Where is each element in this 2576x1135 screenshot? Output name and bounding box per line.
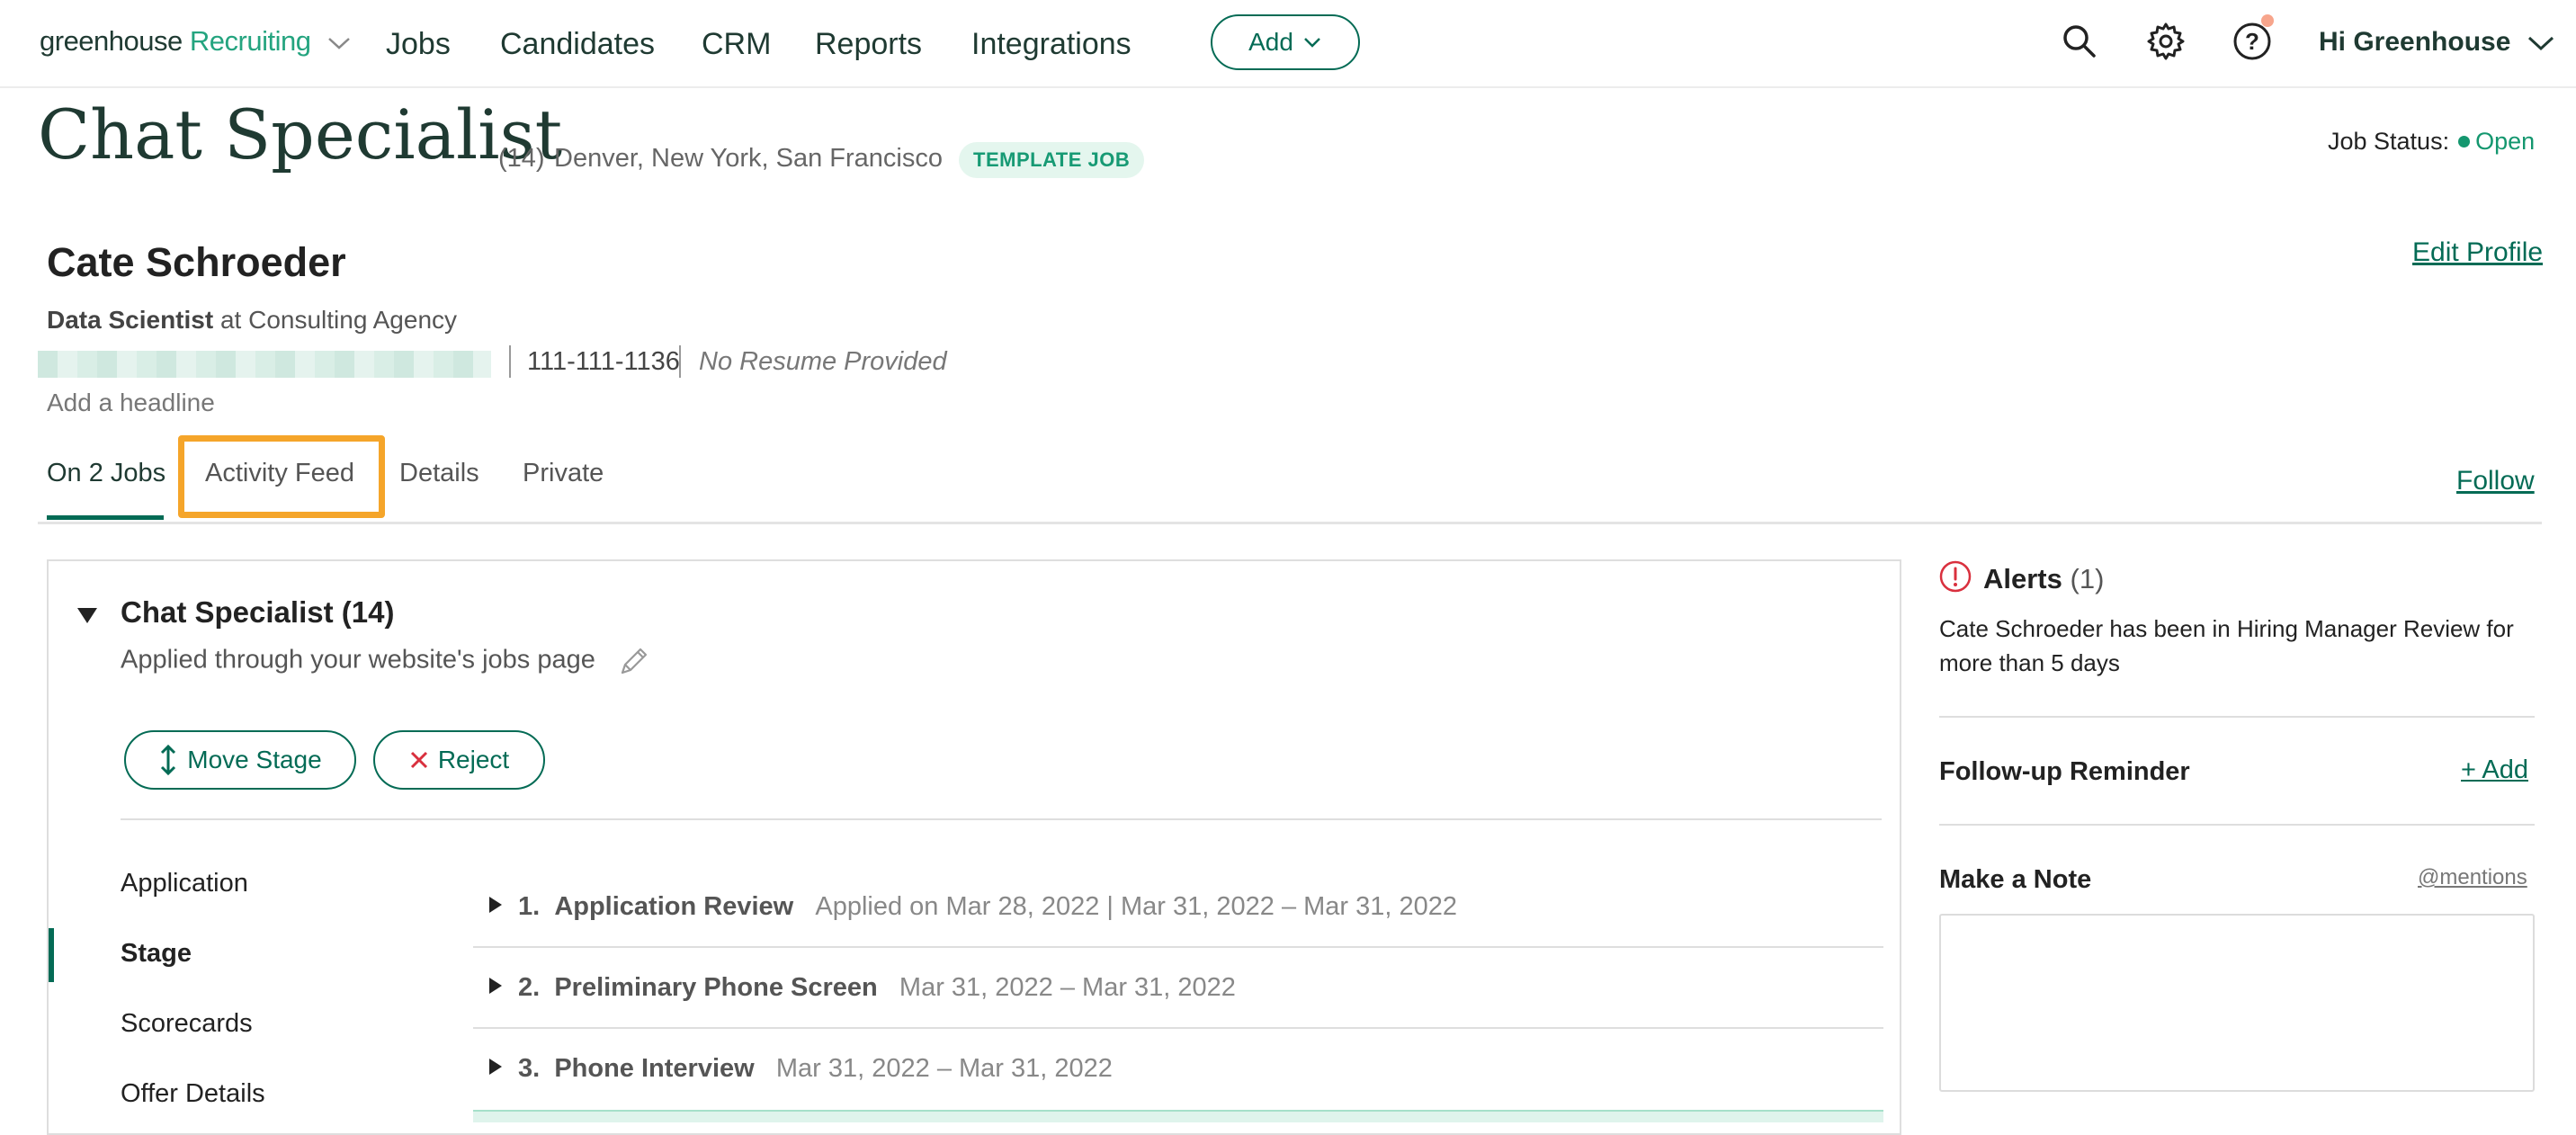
divider: [473, 946, 1883, 948]
edit-profile-link[interactable]: Edit Profile: [2412, 237, 2543, 268]
job-status-label: Job Status:: [2328, 128, 2450, 155]
nav-link-candidates[interactable]: Candidates: [500, 27, 655, 62]
nav-link-reports[interactable]: Reports: [815, 27, 922, 62]
divider: [509, 345, 511, 378]
expand-triangle-icon[interactable]: [489, 978, 502, 995]
follow-up-reminder-label: Follow-up Reminder: [1939, 757, 2190, 786]
tab-details[interactable]: Details: [399, 459, 479, 488]
logo-product: Recruiting: [189, 25, 311, 57]
candidate-company: Consulting Agency: [248, 306, 458, 334]
stage-row[interactable]: 2. Preliminary Phone Screen Mar 31, 2022…: [489, 973, 1236, 1003]
stage-number: 3.: [518, 1054, 541, 1083]
sidenav-scorecards[interactable]: Scorecards: [121, 1009, 253, 1039]
vertical-arrows-icon: [161, 744, 176, 776]
expand-triangle-icon[interactable]: [489, 1059, 502, 1076]
activity-feed-highlight: [178, 435, 385, 518]
search-icon[interactable]: [2058, 20, 2101, 63]
job-status: Job Status: Open: [2328, 128, 2535, 156]
stage-date: Mar 31, 2022 – Mar 31, 2022: [775, 1054, 1113, 1083]
stage-date: Mar 31, 2022 – Mar 31, 2022: [899, 973, 1236, 1002]
top-navigation: greenhouse Recruiting Jobs Candidates CR…: [0, 0, 2576, 88]
application-source: Applied through your website's jobs page: [121, 644, 651, 678]
stage-number: 1.: [518, 892, 541, 921]
alerts-title: Alerts: [1983, 563, 2062, 594]
candidate-name: Cate Schroeder: [47, 239, 346, 285]
expand-triangle-icon[interactable]: [489, 897, 502, 914]
candidate-at: at: [219, 306, 242, 334]
help-button[interactable]: ?: [2231, 14, 2274, 63]
divider: [1939, 824, 2535, 826]
status-dot: [2458, 135, 2471, 147]
candidate-role: Data Scientist: [47, 306, 214, 334]
user-greeting: Hi Greenhouse: [2319, 27, 2511, 57]
stage-name: Phone Interview: [554, 1054, 755, 1083]
alert-icon: [1939, 560, 1972, 593]
nav-link-crm[interactable]: CRM: [702, 27, 771, 62]
job-candidate-count: (14): [498, 144, 545, 173]
resume-status: No Resume Provided: [699, 347, 947, 376]
stage-date: Applied on Mar 28, 2022 | Mar 31, 2022 –…: [815, 892, 1458, 921]
logo-wordmark: greenhouse: [40, 25, 183, 57]
candidate-title: Data Scientist at Consulting Agency: [47, 306, 457, 335]
add-headline[interactable]: Add a headline: [47, 389, 215, 417]
redacted-email: [38, 351, 491, 378]
gear-icon[interactable]: [2144, 20, 2187, 63]
candidate-phone[interactable]: 111-111-1136: [527, 347, 680, 377]
reject-label: Reject: [437, 746, 510, 773]
job-status-value: Open: [2475, 128, 2536, 155]
divider: [121, 818, 1882, 820]
note-textarea[interactable]: [1939, 914, 2535, 1092]
nav-link-integrations[interactable]: Integrations: [971, 27, 1131, 62]
tab-private[interactable]: Private: [523, 459, 604, 488]
stage-name: Preliminary Phone Screen: [554, 973, 878, 1002]
divider: [1939, 716, 2535, 718]
add-button-label: Add: [1248, 28, 1293, 56]
move-stage-button[interactable]: Move Stage: [124, 730, 356, 790]
stage-row[interactable]: 1. Application Review Applied on Mar 28,…: [489, 892, 1457, 922]
close-icon: [410, 751, 427, 769]
alert-message: Cate Schroeder has been in Hiring Manage…: [1939, 615, 2514, 676]
divider: [679, 345, 681, 378]
job-locations: Denver, New York, San Francisco: [554, 144, 943, 173]
make-a-note-label: Make a Note: [1939, 865, 2092, 894]
collapse-triangle-icon[interactable]: [77, 608, 97, 623]
stage-name: Application Review: [554, 892, 794, 921]
tab-on-2-jobs[interactable]: On 2 Jobs: [47, 459, 165, 488]
template-job-badge: TEMPLATE JOB: [959, 142, 1145, 178]
sidenav-stage[interactable]: Stage: [121, 939, 192, 969]
alerts-heading: Alerts (1): [1983, 563, 2104, 595]
mentions-link[interactable]: @mentions: [2418, 865, 2527, 890]
svg-text:?: ?: [2245, 28, 2259, 55]
reject-button[interactable]: Reject: [373, 730, 545, 790]
alerts-count: (1): [2070, 563, 2105, 594]
notification-dot: [2261, 14, 2274, 27]
sidenav-offer-details[interactable]: Offer Details: [121, 1079, 265, 1109]
logo[interactable]: greenhouse Recruiting: [40, 25, 353, 58]
chevron-down-icon: [2527, 36, 2554, 51]
follow-link[interactable]: Follow: [2456, 466, 2535, 496]
add-button[interactable]: Add: [1211, 14, 1360, 70]
stage-row[interactable]: 3. Phone Interview Mar 31, 2022 – Mar 31…: [489, 1054, 1113, 1084]
chevron-down-icon[interactable]: [326, 34, 353, 52]
add-reminder-link[interactable]: + Add: [2461, 755, 2528, 785]
application-source-text: Applied through your website's jobs page: [121, 645, 595, 675]
application-job-title[interactable]: Chat Specialist (14): [121, 595, 394, 630]
sidenav-application[interactable]: Application: [121, 869, 248, 898]
sidenav-active-indicator: [49, 928, 54, 982]
user-menu[interactable]: Hi Greenhouse: [2319, 27, 2556, 58]
divider: [473, 1027, 1883, 1029]
move-stage-label: Move Stage: [187, 746, 322, 773]
chevron-down-icon: [1304, 38, 1320, 48]
nav-link-jobs[interactable]: Jobs: [386, 27, 451, 62]
candidate-tabs: On 2 Jobs Activity Feed Details Private: [38, 459, 2542, 524]
stage-number: 2.: [518, 973, 541, 1002]
pencil-icon[interactable]: [617, 644, 651, 678]
active-tab-indicator: [47, 515, 164, 520]
job-title[interactable]: Chat Specialist: [38, 101, 562, 169]
